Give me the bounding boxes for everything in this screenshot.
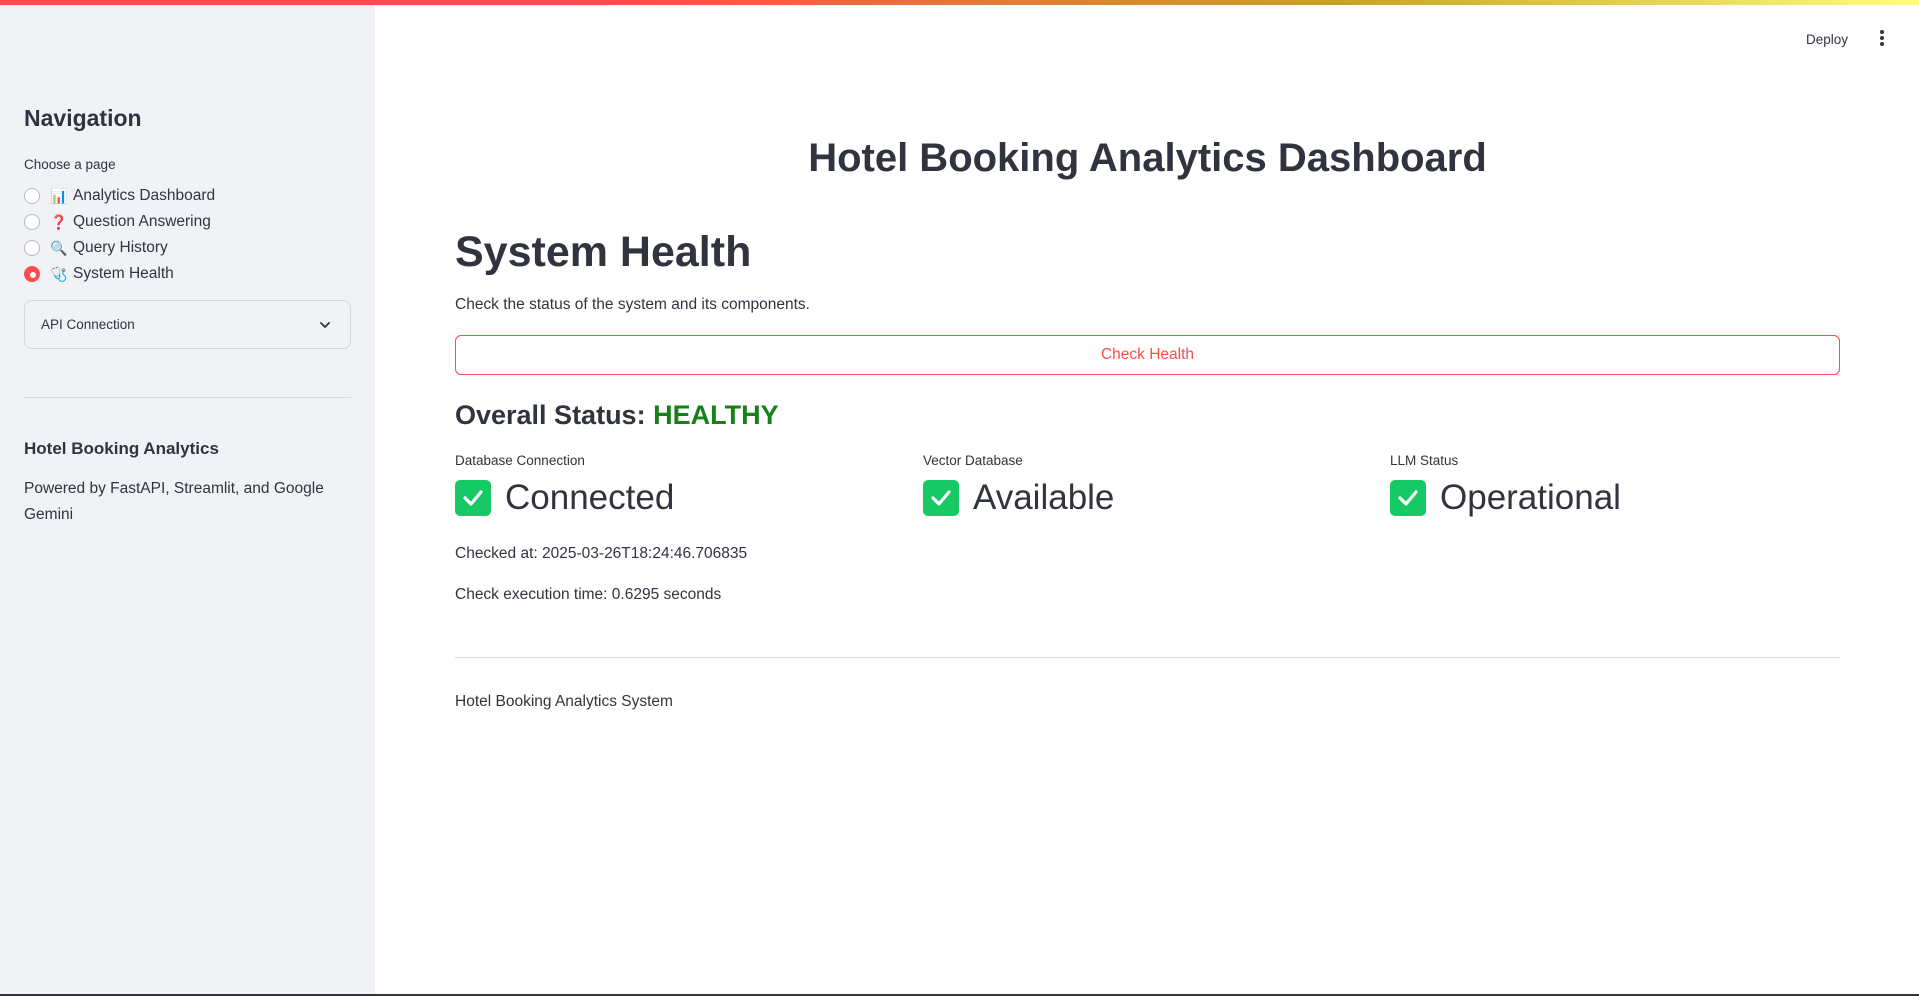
radio-button-selected[interactable] bbox=[24, 266, 40, 282]
metric-label: Vector Database bbox=[923, 453, 1023, 468]
sidebar-title: Navigation bbox=[24, 105, 142, 131]
radio-option-label: Analytics Dashboard bbox=[73, 187, 216, 204]
metric-value: Operational bbox=[1440, 478, 1621, 517]
stethoscope-icon: 🩺 bbox=[50, 265, 68, 282]
radio-button[interactable] bbox=[24, 188, 40, 204]
overall-status-value: HEALTHY bbox=[653, 400, 779, 430]
sidebar-divider bbox=[24, 397, 351, 398]
radio-button[interactable] bbox=[24, 214, 40, 230]
radio-option-label: Query History bbox=[73, 239, 168, 256]
question-mark-icon: ❓ bbox=[50, 213, 68, 230]
bar-chart-icon: 📊 bbox=[50, 187, 68, 204]
radio-option-label: Question Answering bbox=[73, 213, 211, 230]
page-radio-group: 📊 Analytics Dashboard ❓ Question Answeri… bbox=[24, 183, 215, 287]
metric-label: Database Connection bbox=[455, 453, 585, 468]
metric-value: Connected bbox=[505, 478, 675, 517]
deploy-button[interactable]: Deploy bbox=[1800, 28, 1854, 51]
metric-llm-status: LLM Status Operational bbox=[1390, 453, 1621, 518]
main-divider bbox=[455, 657, 1840, 658]
sidebar-about-text: Powered by FastAPI, Streamlit, and Googl… bbox=[24, 480, 324, 523]
check-mark-icon bbox=[455, 480, 491, 516]
metric-database-connection: Database Connection Connected bbox=[455, 453, 674, 518]
radio-option-system-health[interactable]: 🩺 System Health bbox=[24, 261, 215, 287]
metric-label: LLM Status bbox=[1390, 453, 1459, 468]
sidebar-about-heading: Hotel Booking Analytics bbox=[24, 439, 219, 458]
metric-value: Available bbox=[973, 478, 1115, 517]
magnifier-icon: 🔍 bbox=[50, 239, 68, 256]
radio-option-analytics-dashboard[interactable]: 📊 Analytics Dashboard bbox=[24, 183, 215, 209]
section-description: Check the status of the system and its c… bbox=[455, 296, 810, 313]
check-health-button[interactable]: Check Health bbox=[455, 335, 1840, 375]
kebab-menu-icon[interactable] bbox=[1876, 30, 1888, 50]
sidebar: Navigation Choose a page 📊 Analytics Das… bbox=[0, 5, 375, 996]
radio-option-query-history[interactable]: 🔍 Query History bbox=[24, 235, 215, 261]
metric-vector-database: Vector Database Available bbox=[923, 453, 1114, 518]
checked-at-text: Checked at: 2025-03-26T18:24:46.706835 bbox=[455, 545, 748, 562]
section-title: System Health bbox=[455, 228, 752, 276]
radio-option-question-answering[interactable]: ❓ Question Answering bbox=[24, 209, 215, 235]
radio-button[interactable] bbox=[24, 240, 40, 256]
radio-option-label: System Health bbox=[73, 265, 174, 282]
chevron-down-icon bbox=[320, 321, 330, 328]
execution-time-text: Check execution time: 0.6295 seconds bbox=[455, 586, 722, 603]
check-mark-icon bbox=[923, 480, 959, 516]
check-mark-icon bbox=[1390, 480, 1426, 516]
api-connection-expander[interactable]: API Connection bbox=[24, 300, 351, 349]
app-title: Hotel Booking Analytics Dashboard bbox=[808, 136, 1487, 180]
overall-status-label: Overall Status: bbox=[455, 400, 646, 430]
page-radio-label: Choose a page bbox=[24, 157, 116, 172]
overall-status: Overall Status: HEALTHY bbox=[455, 400, 779, 431]
footer-text: Hotel Booking Analytics System bbox=[455, 693, 673, 710]
expander-label: API Connection bbox=[41, 317, 135, 332]
